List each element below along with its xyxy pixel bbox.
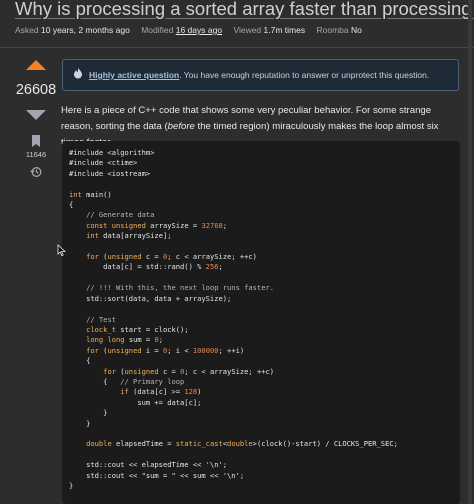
upvote-icon[interactable] bbox=[26, 60, 46, 70]
meta-roomba-label: Roomba bbox=[316, 25, 349, 35]
meta-viewed-label: Viewed bbox=[233, 25, 262, 35]
meta-roomba-value: No bbox=[351, 25, 362, 35]
header-divider bbox=[0, 47, 474, 48]
notice-text: . You have enough reputation to answer o… bbox=[179, 70, 430, 80]
downvote-icon[interactable] bbox=[26, 110, 46, 120]
code-text: #include <algorithm> #include <ctime> #i… bbox=[69, 148, 398, 490]
highly-active-link[interactable]: Highly active question bbox=[89, 70, 179, 80]
bookmark-count: 11646 bbox=[25, 150, 47, 159]
question-page: Why is processing a sorted array faster … bbox=[0, 0, 474, 504]
question-title[interactable]: Why is processing a sorted array faster … bbox=[15, 0, 474, 20]
meta-modified-link[interactable]: 16 days ago bbox=[176, 25, 222, 35]
history-icon[interactable] bbox=[30, 165, 42, 177]
mouse-cursor-icon bbox=[57, 244, 66, 257]
body-text-emphasis: before bbox=[167, 121, 195, 132]
code-block[interactable]: #include <algorithm> #include <ctime> #i… bbox=[62, 141, 460, 504]
protected-notice: Highly active question. You have enough … bbox=[62, 59, 459, 91]
meta-asked-label: Asked bbox=[15, 25, 39, 35]
meta-asked-value: 10 years, 2 months ago bbox=[41, 25, 130, 35]
meta-modified-label: Modified bbox=[141, 25, 174, 35]
vote-score: 26608 bbox=[15, 82, 57, 98]
bookmark-icon[interactable] bbox=[30, 134, 42, 148]
question-meta: Asked 10 years, 2 months ago Modified 16… bbox=[15, 25, 371, 35]
scrollbar[interactable] bbox=[468, 0, 472, 504]
fire-icon bbox=[73, 61, 83, 91]
vote-column: 26608 11646 bbox=[12, 60, 60, 177]
meta-viewed-value: 1.7m times bbox=[263, 25, 306, 35]
